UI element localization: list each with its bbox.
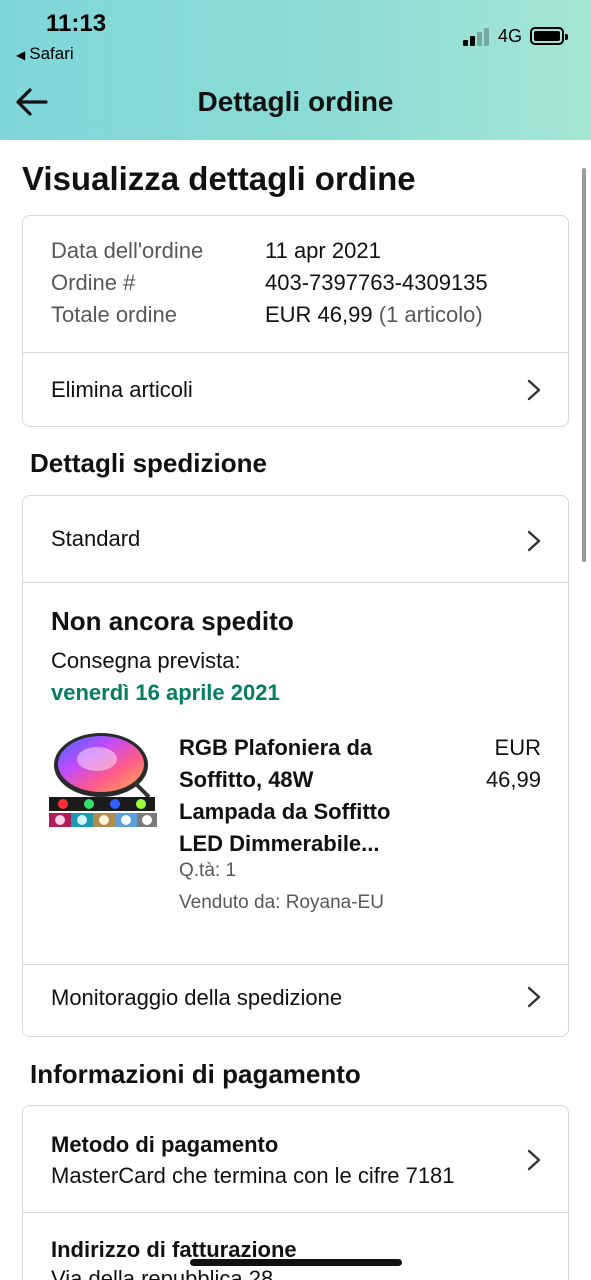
product-title-line: Lampada da Soffitto [179,799,391,824]
shipping-section-title: Dettagli spedizione [30,448,267,478]
chevron-right-icon [527,530,541,552]
payment-card: Metodo di pagamento MasterCard che termi… [22,1105,569,1280]
product-price-currency: EUR [494,735,541,760]
product-title-line: RGB Plafoniera da [179,735,373,760]
product-quantity: Q.tà: 1 [179,860,237,881]
order-number-value: 403-7397763-4309135 [265,270,488,295]
cellular-signal-icon [463,28,491,46]
back-app-label: Safari [29,44,74,63]
divider [23,582,568,583]
chevron-right-icon [527,986,541,1008]
product-title-line: LED Dimmerabile... [179,831,380,856]
back-triangle-icon: ◀ [16,48,26,62]
chevron-right-icon [527,379,541,401]
eta-date: venerdì 16 aprile 2021 [51,680,280,705]
chevron-right-icon [527,1149,541,1171]
ceiling-lamp-image [49,733,157,827]
tracking-label: Monitoraggio della spedizione [51,985,343,1010]
product-title[interactable]: RGB Plafoniera da Soffitto, 48W Lampada … [179,732,429,860]
shipping-method-row[interactable]: Standard [23,496,568,582]
payment-method-title: Metodo di pagamento [51,1132,279,1157]
delete-items-label: Elimina articoli [51,377,193,402]
product-image[interactable] [49,731,157,835]
order-item-count: (1 articolo) [378,302,483,327]
back-to-safari[interactable]: ◀ Safari [16,44,74,64]
order-date-value: 11 apr 2021 [265,238,381,263]
payment-method-row[interactable]: Metodo di pagamento MasterCard che termi… [23,1106,568,1212]
shipping-method-label: Standard [51,526,141,551]
order-summary-card: Data dell'ordine 11 apr 2021 Ordine # 40… [22,215,569,427]
product-price-amount: 46,99 [485,767,541,792]
shipping-status: Non ancora spedito [51,606,294,636]
order-total-label: Totale ordine [51,302,177,327]
header-bar: 11:13 ◀ Safari 4G Dettagli ordine [0,0,591,140]
status-time: 11:13 [46,10,107,37]
order-number-label: Ordine # [51,270,136,295]
product-seller: Venduto da: Royana-EU [179,892,384,913]
order-total-amount: EUR 46,99 [265,302,373,327]
billing-address-value: Via della repubblica 28 [51,1266,274,1280]
payment-method-value: MasterCard che termina con le cifre 7181 [51,1163,455,1188]
page-title: Visualizza dettagli ordine [22,160,416,197]
eta-label: Consegna prevista: [51,648,241,673]
order-date-label: Data dell'ordine [51,238,204,263]
home-indicator[interactable] [190,1259,402,1266]
product-title-line: Soffitto, 48W [179,767,314,792]
shipping-card: Standard Non ancora spedito Consegna pre… [22,495,569,1037]
order-total-value: EUR 46,99 (1 articolo) [265,302,483,328]
network-type: 4G [498,26,523,46]
battery-icon [530,27,568,45]
nav-title: Dettagli ordine [197,86,394,117]
divider [23,1212,568,1213]
product-price: EUR 46,99 [453,732,541,796]
tracking-row[interactable]: Monitoraggio della spedizione [23,965,568,1037]
payment-section-title: Informazioni di pagamento [30,1059,361,1089]
delete-items-row[interactable]: Elimina articoli [23,353,568,427]
scrollbar[interactable] [582,168,586,562]
